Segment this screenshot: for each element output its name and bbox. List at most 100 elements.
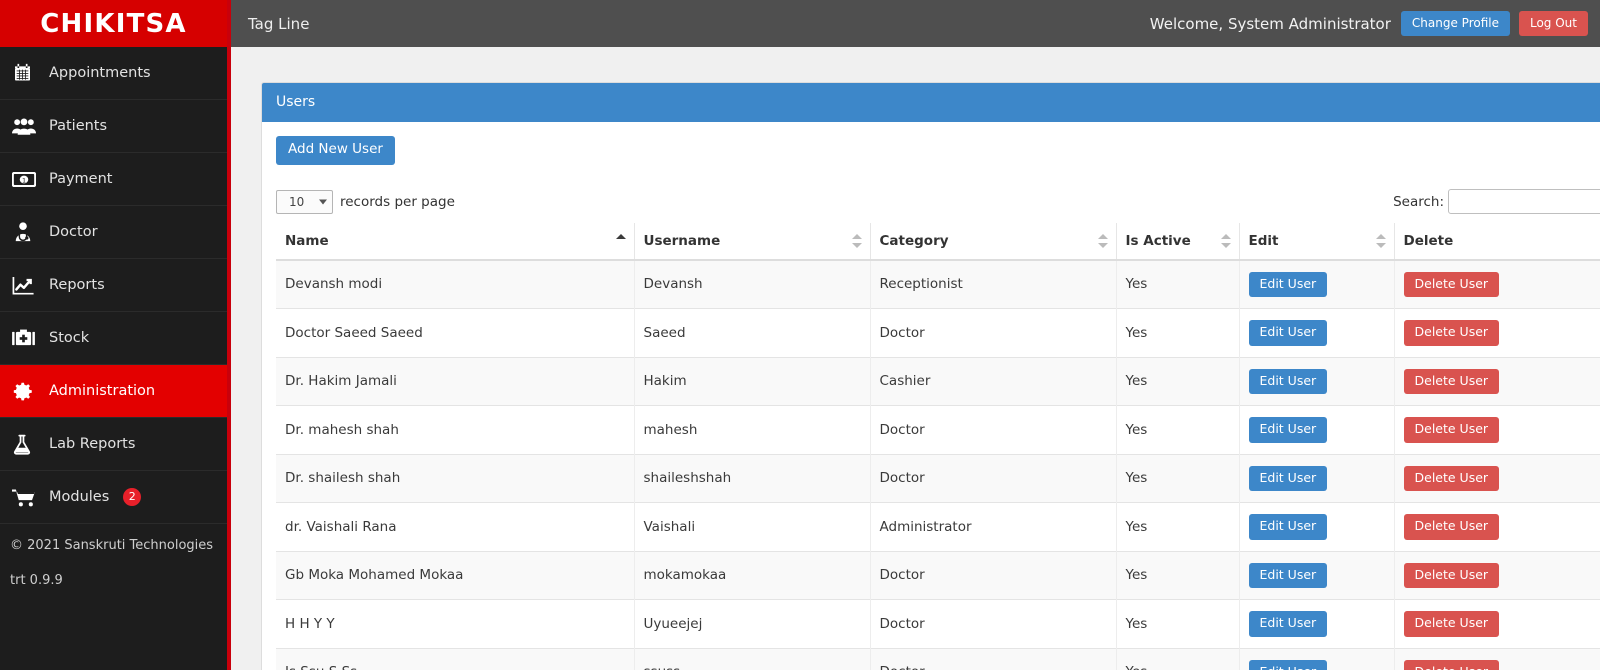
users-table-header-row: Name Username Category Is Active Edit Delete (276, 222, 1600, 261)
delete-user-button[interactable]: Delete User (1403, 320, 1500, 346)
add-new-user-button[interactable]: Add New User (276, 136, 395, 165)
sidebar-item-stock[interactable]: Stock (0, 312, 227, 365)
user-category-cell: Receptionist (870, 259, 1117, 309)
delete-user-button[interactable]: Delete User (1403, 611, 1500, 637)
edit-user-button[interactable]: Edit User (1248, 465, 1328, 491)
sidebar-item-doctor[interactable]: Doctor (0, 206, 227, 259)
sidebar-item-patients[interactable]: Patients (0, 100, 227, 153)
column-header-category[interactable]: Category (870, 222, 1117, 261)
sidebar: CHIKITSA Appointments Patients 1 Payment Doc… (0, 0, 227, 670)
calendar-icon (12, 62, 42, 84)
table-row: Is Ssu S SsssussDoctorYes Edit User Delete… (276, 647, 1600, 670)
column-header-edit[interactable]: Edit (1239, 222, 1395, 261)
sidebar-accent-strip (227, 0, 231, 670)
user-category-cell: Doctor (870, 647, 1117, 670)
sidebar-item-label: Reports (49, 277, 105, 293)
users-table-head: Name Username Category Is Active Edit Delete (276, 222, 1600, 261)
user-category-cell: Doctor (870, 599, 1117, 648)
user-username-cell: ssuss (634, 647, 871, 670)
delete-cell: Delete User (1394, 259, 1600, 309)
user-username-cell: mokamokaa (634, 550, 871, 600)
delete-user-button[interactable]: Delete User (1403, 659, 1500, 670)
user-active-cell: Yes (1116, 599, 1240, 648)
delete-user-button[interactable]: Delete User (1403, 417, 1500, 443)
delete-cell: Delete User (1394, 308, 1600, 357)
sidebar-item-label: Administration (49, 383, 156, 399)
cart-icon (12, 486, 42, 508)
edit-cell: Edit User (1239, 647, 1395, 670)
user-name-cell: Devansh modi (276, 259, 635, 309)
search-label: Search: (1393, 193, 1444, 210)
user-active-cell: Yes (1116, 308, 1240, 357)
users-table: Name Username Category Is Active Edit Delete … (276, 222, 1600, 670)
user-active-cell: Yes (1116, 259, 1240, 309)
sort-toggle-icon (851, 233, 862, 249)
sidebar-item-reports[interactable]: Reports (0, 259, 227, 312)
delete-user-button[interactable]: Delete User (1403, 271, 1500, 297)
delete-user-button[interactable]: Delete User (1403, 562, 1500, 588)
sidebar-item-label: Doctor (49, 224, 98, 240)
gear-icon (12, 380, 42, 402)
sidebar-item-lab-reports[interactable]: Lab Reports (0, 418, 227, 471)
table-controls: 10 records per page Search: (276, 187, 1600, 217)
user-name-cell: Doctor Saeed Saeed (276, 308, 635, 357)
sidebar-item-modules[interactable]: Modules 2 (0, 471, 227, 524)
sidebar-item-badge: 2 (123, 488, 142, 506)
column-header-delete[interactable]: Delete (1394, 222, 1600, 261)
user-name-cell: Gb Moka Mohamed Mokaa (276, 550, 635, 600)
sort-ascending-icon (615, 233, 626, 249)
sidebar-item-appointments[interactable]: Appointments (0, 47, 227, 100)
sidebar-item-administration[interactable]: Administration (0, 365, 227, 418)
sidebar-item-label: Lab Reports (49, 436, 136, 452)
brand-logo[interactable]: CHIKITSA (0, 0, 227, 47)
user-username-cell: Devansh (634, 259, 871, 309)
user-name-cell: Dr. Hakim Jamali (276, 356, 635, 406)
delete-user-button[interactable]: Delete User (1403, 368, 1500, 394)
sidebar-item-label: Appointments (49, 65, 151, 81)
delete-cell: Delete User (1394, 405, 1600, 454)
user-name-cell: H H Y Y (276, 599, 635, 648)
medical-kit-icon (12, 327, 42, 349)
records-per-page-label: records per page (340, 193, 455, 210)
column-header-username[interactable]: Username (634, 222, 871, 261)
table-row: Doctor Saeed Saeed Saeed Doctor Yes Edit Use… (276, 308, 1600, 357)
column-header-label: Is Active (1125, 232, 1191, 249)
delete-user-button[interactable]: Delete User (1403, 514, 1500, 540)
edit-user-button[interactable]: Edit User (1248, 271, 1328, 297)
panel-title: Users (262, 83, 1600, 122)
delete-cell: Delete User (1394, 647, 1600, 670)
column-header-label: Name (285, 232, 329, 249)
edit-cell: Edit User (1239, 308, 1395, 357)
user-name-cell: Dr. mahesh shah (276, 405, 635, 454)
edit-cell: Edit User (1239, 405, 1395, 454)
edit-user-button[interactable]: Edit User (1248, 417, 1328, 443)
user-name-cell: Is Ssu S Ss (276, 647, 635, 670)
chevron-down-icon (319, 199, 327, 204)
content-area: Users Add New User 10 records per page S… (231, 47, 1600, 670)
user-name-cell: Dr. shailesh shah (276, 453, 635, 503)
delete-user-button[interactable]: Delete User (1403, 465, 1500, 491)
sidebar-item-label: Patients (49, 118, 108, 134)
user-username-cell: Hakim (634, 356, 871, 406)
user-active-cell: Yes (1116, 647, 1240, 670)
edit-user-button[interactable]: Edit User (1248, 611, 1328, 637)
edit-user-button[interactable]: Edit User (1248, 514, 1328, 540)
edit-user-button[interactable]: Edit User (1248, 562, 1328, 588)
change-profile-button[interactable]: Change Profile (1400, 11, 1510, 36)
delete-cell: Delete User (1394, 356, 1600, 406)
edit-user-button[interactable]: Edit User (1248, 368, 1328, 394)
sidebar-item-payment[interactable]: 1 Payment (0, 153, 227, 206)
search-input[interactable] (1448, 189, 1600, 214)
edit-user-button[interactable]: Edit User (1248, 320, 1328, 346)
edit-user-button[interactable]: Edit User (1248, 659, 1328, 670)
page-length-control: 10 records per page (276, 189, 455, 214)
sidebar-nav: Appointments Patients 1 Payment Doctor Report… (0, 47, 227, 524)
logout-button[interactable]: Log Out (1518, 11, 1588, 36)
chart-line-icon (12, 274, 42, 296)
records-per-page-select[interactable]: 10 (276, 189, 333, 214)
user-category-cell: Doctor (870, 550, 1117, 600)
column-header-is-active[interactable]: Is Active (1116, 222, 1240, 261)
column-header-name[interactable]: Name (276, 222, 635, 261)
users-table-body: Devansh modi Devansh Receptionist Yes Edit U… (276, 259, 1600, 670)
sidebar-version: trt 0.9.9 (10, 573, 63, 588)
